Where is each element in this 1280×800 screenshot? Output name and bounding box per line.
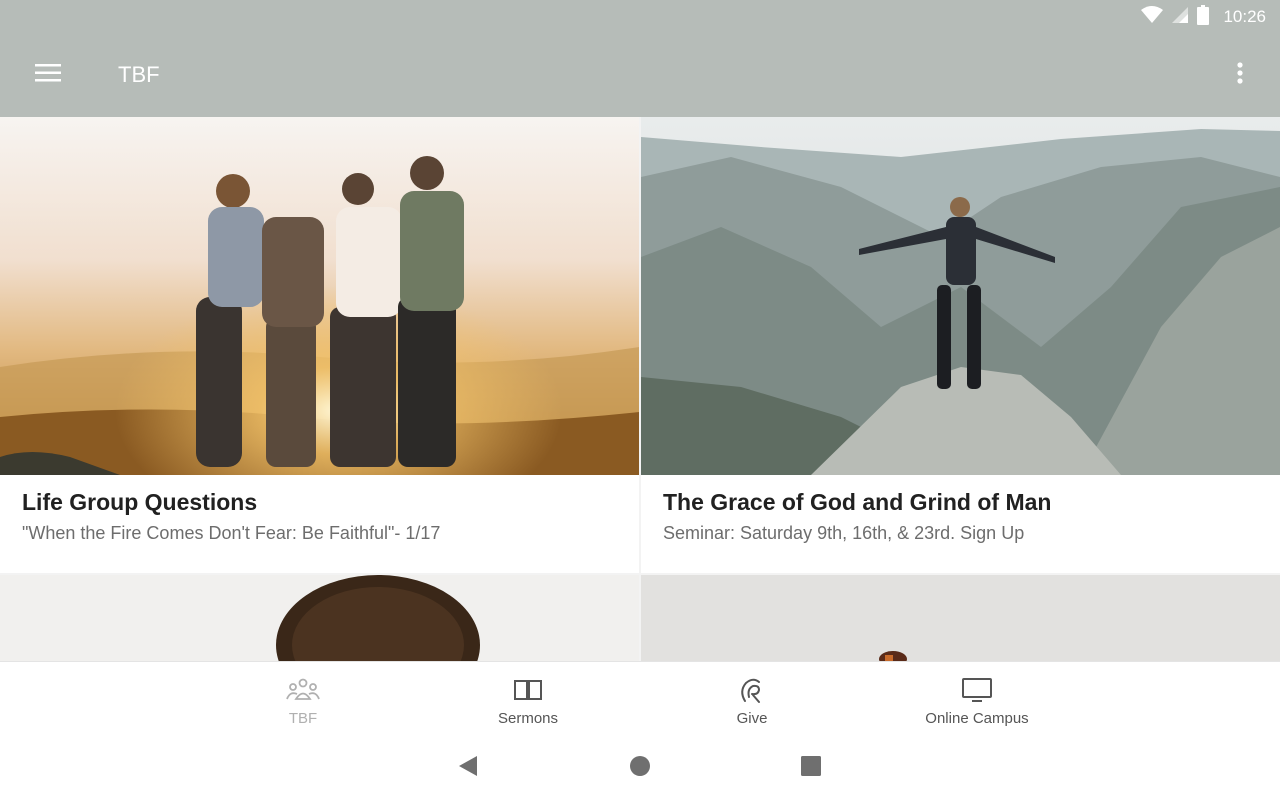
card-title: Life Group Questions — [22, 489, 258, 515]
overflow-menu-button[interactable] — [1222, 56, 1258, 94]
card-title: The Grace of God and Grind of Man — [663, 489, 1052, 515]
card-subtitle: "When the Fire Comes Don't Fear: Be Fait… — [22, 523, 441, 543]
nav-tab-tbf[interactable]: TBF — [213, 662, 393, 737]
feed-grid: Life Group Questions "When the Fire Come… — [0, 117, 1280, 661]
card-image-mountain-cliff — [641, 117, 1280, 475]
more-vert-icon — [1237, 61, 1243, 89]
card-image-friends-sunset — [0, 117, 639, 475]
home-circle-icon — [629, 755, 651, 782]
nav-label: Sermons — [497, 710, 559, 727]
recents-square-icon — [801, 755, 821, 781]
system-navigation-bar — [0, 736, 1280, 800]
card-subtitle: Seminar: Saturday 9th, 16th, & 23rd. Sig… — [663, 523, 1025, 543]
status-time: 10:26 — [1223, 7, 1266, 26]
battery-icon — [1197, 4, 1210, 30]
group-icon — [286, 676, 320, 704]
signal-icon — [1171, 6, 1189, 29]
nav-tab-give[interactable]: Give — [662, 662, 842, 737]
nav-label: Give — [736, 710, 768, 727]
give-icon — [737, 676, 767, 704]
bottom-navigation: TBF Sermons Give Online Campus — [0, 661, 1280, 737]
status-bar: 10:26 — [1141, 4, 1266, 30]
card-life-group-questions[interactable]: Life Group Questions "When the Fire Come… — [0, 117, 639, 573]
nav-label: TBF — [288, 710, 318, 727]
card-image-grey-sky — [641, 575, 1280, 661]
home-button[interactable] — [620, 752, 660, 784]
card-grace-of-god[interactable]: The Grace of God and Grind of Man Semina… — [641, 117, 1280, 573]
wifi-icon — [1141, 5, 1164, 29]
card-third[interactable] — [0, 575, 639, 661]
hamburger-menu-icon — [35, 63, 61, 87]
card-image-curly-hair — [0, 575, 639, 661]
back-button[interactable] — [448, 752, 488, 784]
nav-tab-sermons[interactable]: Sermons — [438, 662, 618, 737]
back-triangle-icon — [458, 755, 478, 782]
card-fourth[interactable] — [641, 575, 1280, 661]
nav-label: Online Campus — [925, 710, 1029, 727]
menu-button[interactable] — [26, 56, 70, 94]
monitor-icon — [961, 676, 993, 704]
nav-tab-online-campus[interactable]: Online Campus — [887, 662, 1067, 737]
app-bar: 10:26 TBF — [0, 0, 1280, 117]
recents-button[interactable] — [791, 752, 831, 784]
app-title: TBF — [118, 62, 160, 87]
book-icon — [513, 676, 543, 704]
